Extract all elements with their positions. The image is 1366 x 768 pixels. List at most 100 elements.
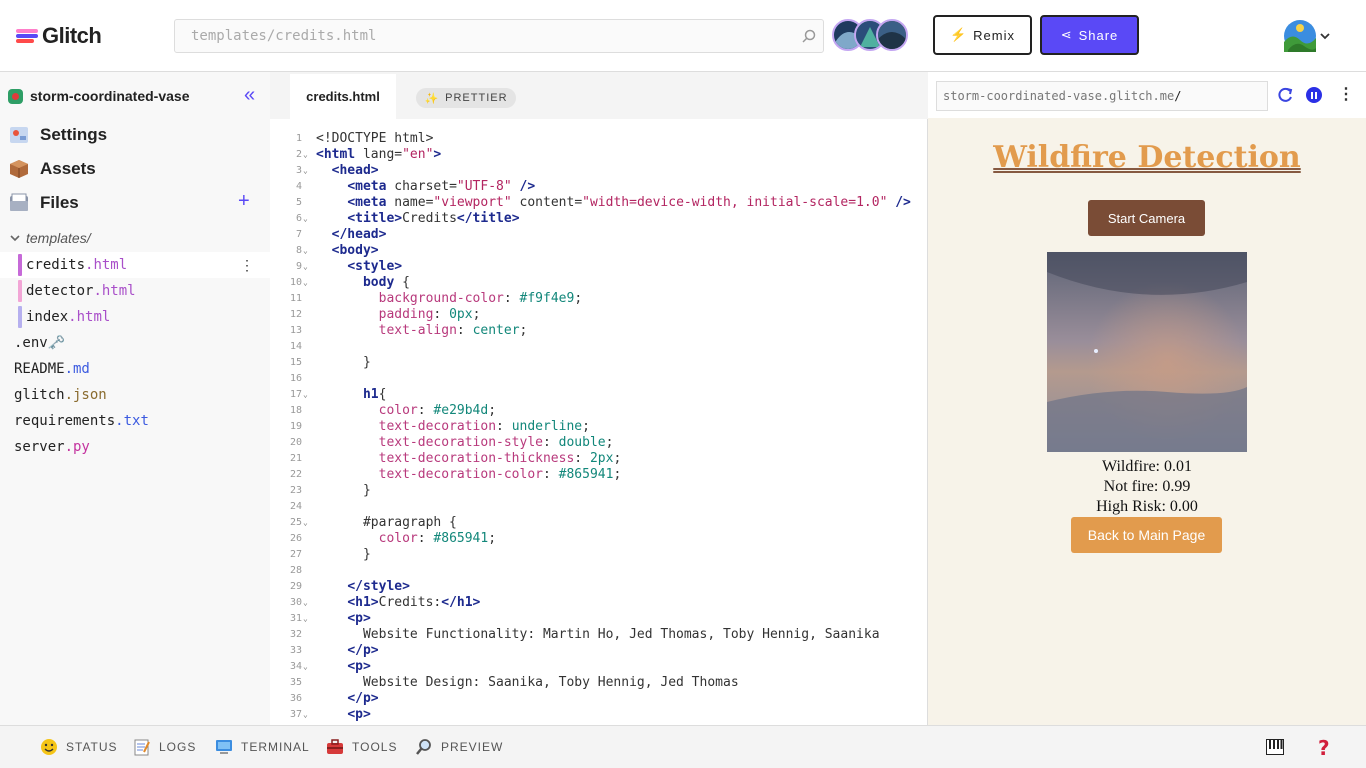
code-lines[interactable]: 1 <!DOCTYPE html> 2 ⌄ <html lang="en"> 3 ⌄ <he… bbox=[270, 131, 928, 723]
code-line[interactable]: 30 ⌄ <h1>Credits:</h1> bbox=[270, 595, 928, 611]
refresh-icon[interactable] bbox=[1276, 86, 1294, 104]
code-line[interactable]: 36 </p> bbox=[270, 691, 928, 707]
tab-credits-html[interactable]: credits.html bbox=[290, 74, 396, 119]
pause-icon[interactable] bbox=[1306, 87, 1322, 103]
code-line[interactable]: 37 ⌄ <p> bbox=[270, 707, 928, 723]
help-icon[interactable]: ? bbox=[1318, 736, 1330, 760]
code-line[interactable]: 11 background-color: #f9f4e9; bbox=[270, 291, 928, 307]
sidebar-item-assets[interactable]: Assets bbox=[8, 154, 96, 184]
preview-page-title[interactable]: Wildfire Detection bbox=[928, 140, 1366, 175]
code-line[interactable]: 14 bbox=[270, 339, 928, 355]
share-button[interactable]: ⋖ Share bbox=[1040, 15, 1139, 55]
user-menu[interactable] bbox=[1284, 19, 1336, 53]
code-line[interactable]: 13 text-align: center; bbox=[270, 323, 928, 339]
file-item-readme[interactable]: README .md bbox=[0, 356, 270, 382]
collaborator-avatars[interactable] bbox=[832, 19, 912, 53]
code-line[interactable]: 29 </style> bbox=[270, 579, 928, 595]
code-line[interactable]: 31 ⌄ <p> bbox=[270, 611, 928, 627]
sidebar-item-settings[interactable]: Settings bbox=[8, 120, 107, 150]
logs-button[interactable]: LOGS bbox=[133, 738, 196, 756]
code-line[interactable]: 25 ⌄ #paragraph { bbox=[270, 515, 928, 531]
status-button[interactable]: STATUS bbox=[40, 738, 118, 756]
preview-button[interactable]: PREVIEW bbox=[415, 738, 503, 756]
code-line[interactable]: 34 ⌄ <p> bbox=[270, 659, 928, 675]
code-line[interactable]: 22 text-decoration-color: #865941; bbox=[270, 467, 928, 483]
fold-chevron-icon[interactable]: ⌄ bbox=[303, 275, 308, 291]
line-number: 34 bbox=[289, 661, 302, 672]
code-line[interactable]: 4 <meta charset="UTF-8" /> bbox=[270, 179, 928, 195]
code-line[interactable]: 35 Website Design: Saanika, Toby Hennig,… bbox=[270, 675, 928, 691]
file-item-detector[interactable]: detector.html bbox=[0, 278, 270, 304]
fold-chevron-icon[interactable]: ⌄ bbox=[303, 163, 308, 179]
code-line[interactable]: 18 color: #e29b4d; bbox=[270, 403, 928, 419]
code-text: <p> bbox=[347, 707, 371, 722]
share-label: Share bbox=[1078, 27, 1119, 43]
more-options-icon[interactable]: ⋮ bbox=[1338, 84, 1354, 104]
code-line[interactable]: 7 </head> bbox=[270, 227, 928, 243]
project-name[interactable]: storm-coordinated-vase bbox=[8, 88, 189, 104]
code-line[interactable]: 6 ⌄ <title>Credits</title> bbox=[270, 211, 928, 227]
code-line[interactable]: 20 text-decoration-style: double; bbox=[270, 435, 928, 451]
fold-chevron-icon[interactable]: ⌄ bbox=[303, 611, 308, 627]
code-line[interactable]: 5 <meta name="viewport" content="width=d… bbox=[270, 195, 928, 211]
fold-chevron-icon[interactable]: ⌄ bbox=[303, 659, 308, 675]
file-item-credits[interactable]: credits.html ⋮ bbox=[0, 252, 270, 278]
code-line[interactable]: 2 ⌄ <html lang="en"> bbox=[270, 147, 928, 163]
add-file-icon[interactable]: + bbox=[238, 190, 250, 213]
code-editor[interactable]: credits.html ✨ PRETTIER 1 <!DOCTYPE html>… bbox=[270, 72, 928, 725]
file-item-server[interactable]: server .py bbox=[0, 434, 270, 460]
file-item-index[interactable]: index.html bbox=[0, 304, 270, 330]
fold-chevron-icon[interactable]: ⌄ bbox=[303, 595, 308, 611]
code-line[interactable]: 9 ⌄ <style> bbox=[270, 259, 928, 275]
preview-pane: storm-coordinated-vase.glitch.me/ ⋮ Wild… bbox=[928, 72, 1366, 725]
fold-chevron-icon[interactable]: ⌄ bbox=[303, 211, 308, 227]
search-icon[interactable] bbox=[801, 28, 817, 44]
glitch-logo[interactable]: Glitch bbox=[16, 22, 102, 50]
fold-chevron-icon[interactable]: ⌄ bbox=[303, 243, 308, 259]
code-line[interactable]: 3 ⌄ <head> bbox=[270, 163, 928, 179]
start-camera-button[interactable]: Start Camera bbox=[1088, 200, 1205, 236]
prettier-button[interactable]: ✨ PRETTIER bbox=[416, 88, 516, 108]
search-box[interactable] bbox=[174, 19, 824, 53]
code-line[interactable]: 32 Website Functionality: Martin Ho, Jed… bbox=[270, 627, 928, 643]
search-input[interactable] bbox=[175, 20, 775, 52]
file-options-icon[interactable]: ⋮ bbox=[240, 257, 254, 274]
code-text: <meta name="viewport" content="width=dev… bbox=[347, 195, 911, 210]
collapse-sidebar-icon[interactable]: « bbox=[244, 84, 255, 107]
code-line[interactable]: 23 } bbox=[270, 483, 928, 499]
code-line[interactable]: 19 text-decoration: underline; bbox=[270, 419, 928, 435]
code-line[interactable]: 28 bbox=[270, 563, 928, 579]
code-line[interactable]: 24 bbox=[270, 499, 928, 515]
fold-chevron-icon[interactable]: ⌄ bbox=[303, 259, 308, 275]
preview-url-field[interactable]: storm-coordinated-vase.glitch.me/ bbox=[936, 81, 1268, 111]
fold-chevron-icon[interactable]: ⌄ bbox=[303, 387, 308, 403]
lightning-icon: ⚡ bbox=[949, 27, 968, 42]
preview-toolbar: storm-coordinated-vase.glitch.me/ ⋮ bbox=[928, 72, 1366, 118]
piano-icon[interactable] bbox=[1266, 739, 1284, 755]
file-item-requirements[interactable]: requirements .txt bbox=[0, 408, 270, 434]
code-line[interactable]: 8 ⌄ <body> bbox=[270, 243, 928, 259]
code-line[interactable]: 21 text-decoration-thickness: 2px; bbox=[270, 451, 928, 467]
sidebar-item-files[interactable]: Files bbox=[8, 188, 79, 218]
code-line[interactable]: 26 color: #865941; bbox=[270, 531, 928, 547]
tools-button[interactable]: TOOLS bbox=[326, 738, 397, 756]
fold-chevron-icon[interactable]: ⌄ bbox=[303, 707, 308, 723]
code-text: text-decoration: underline; bbox=[378, 419, 590, 434]
folder-templates[interactable]: templates/ bbox=[10, 230, 91, 246]
code-line[interactable]: 10 ⌄ body { bbox=[270, 275, 928, 291]
code-line[interactable]: 12 padding: 0px; bbox=[270, 307, 928, 323]
back-to-main-button[interactable]: Back to Main Page bbox=[1071, 517, 1222, 553]
code-line[interactable]: 16 bbox=[270, 371, 928, 387]
file-item-glitch-json[interactable]: glitch .json bbox=[0, 382, 270, 408]
terminal-button[interactable]: TERMINAL bbox=[215, 738, 310, 756]
file-item-env[interactable]: .env 🗝️ bbox=[0, 330, 270, 356]
fold-chevron-icon[interactable]: ⌄ bbox=[303, 147, 308, 163]
code-line[interactable]: 33 </p> bbox=[270, 643, 928, 659]
code-line[interactable]: 27 } bbox=[270, 547, 928, 563]
avatar[interactable] bbox=[876, 19, 908, 51]
code-line[interactable]: 15 } bbox=[270, 355, 928, 371]
remix-button[interactable]: ⚡ Remix bbox=[933, 15, 1032, 55]
code-line[interactable]: 17 ⌄ h1{ bbox=[270, 387, 928, 403]
code-line[interactable]: 1 <!DOCTYPE html> bbox=[270, 131, 928, 147]
fold-chevron-icon[interactable]: ⌄ bbox=[303, 515, 308, 531]
